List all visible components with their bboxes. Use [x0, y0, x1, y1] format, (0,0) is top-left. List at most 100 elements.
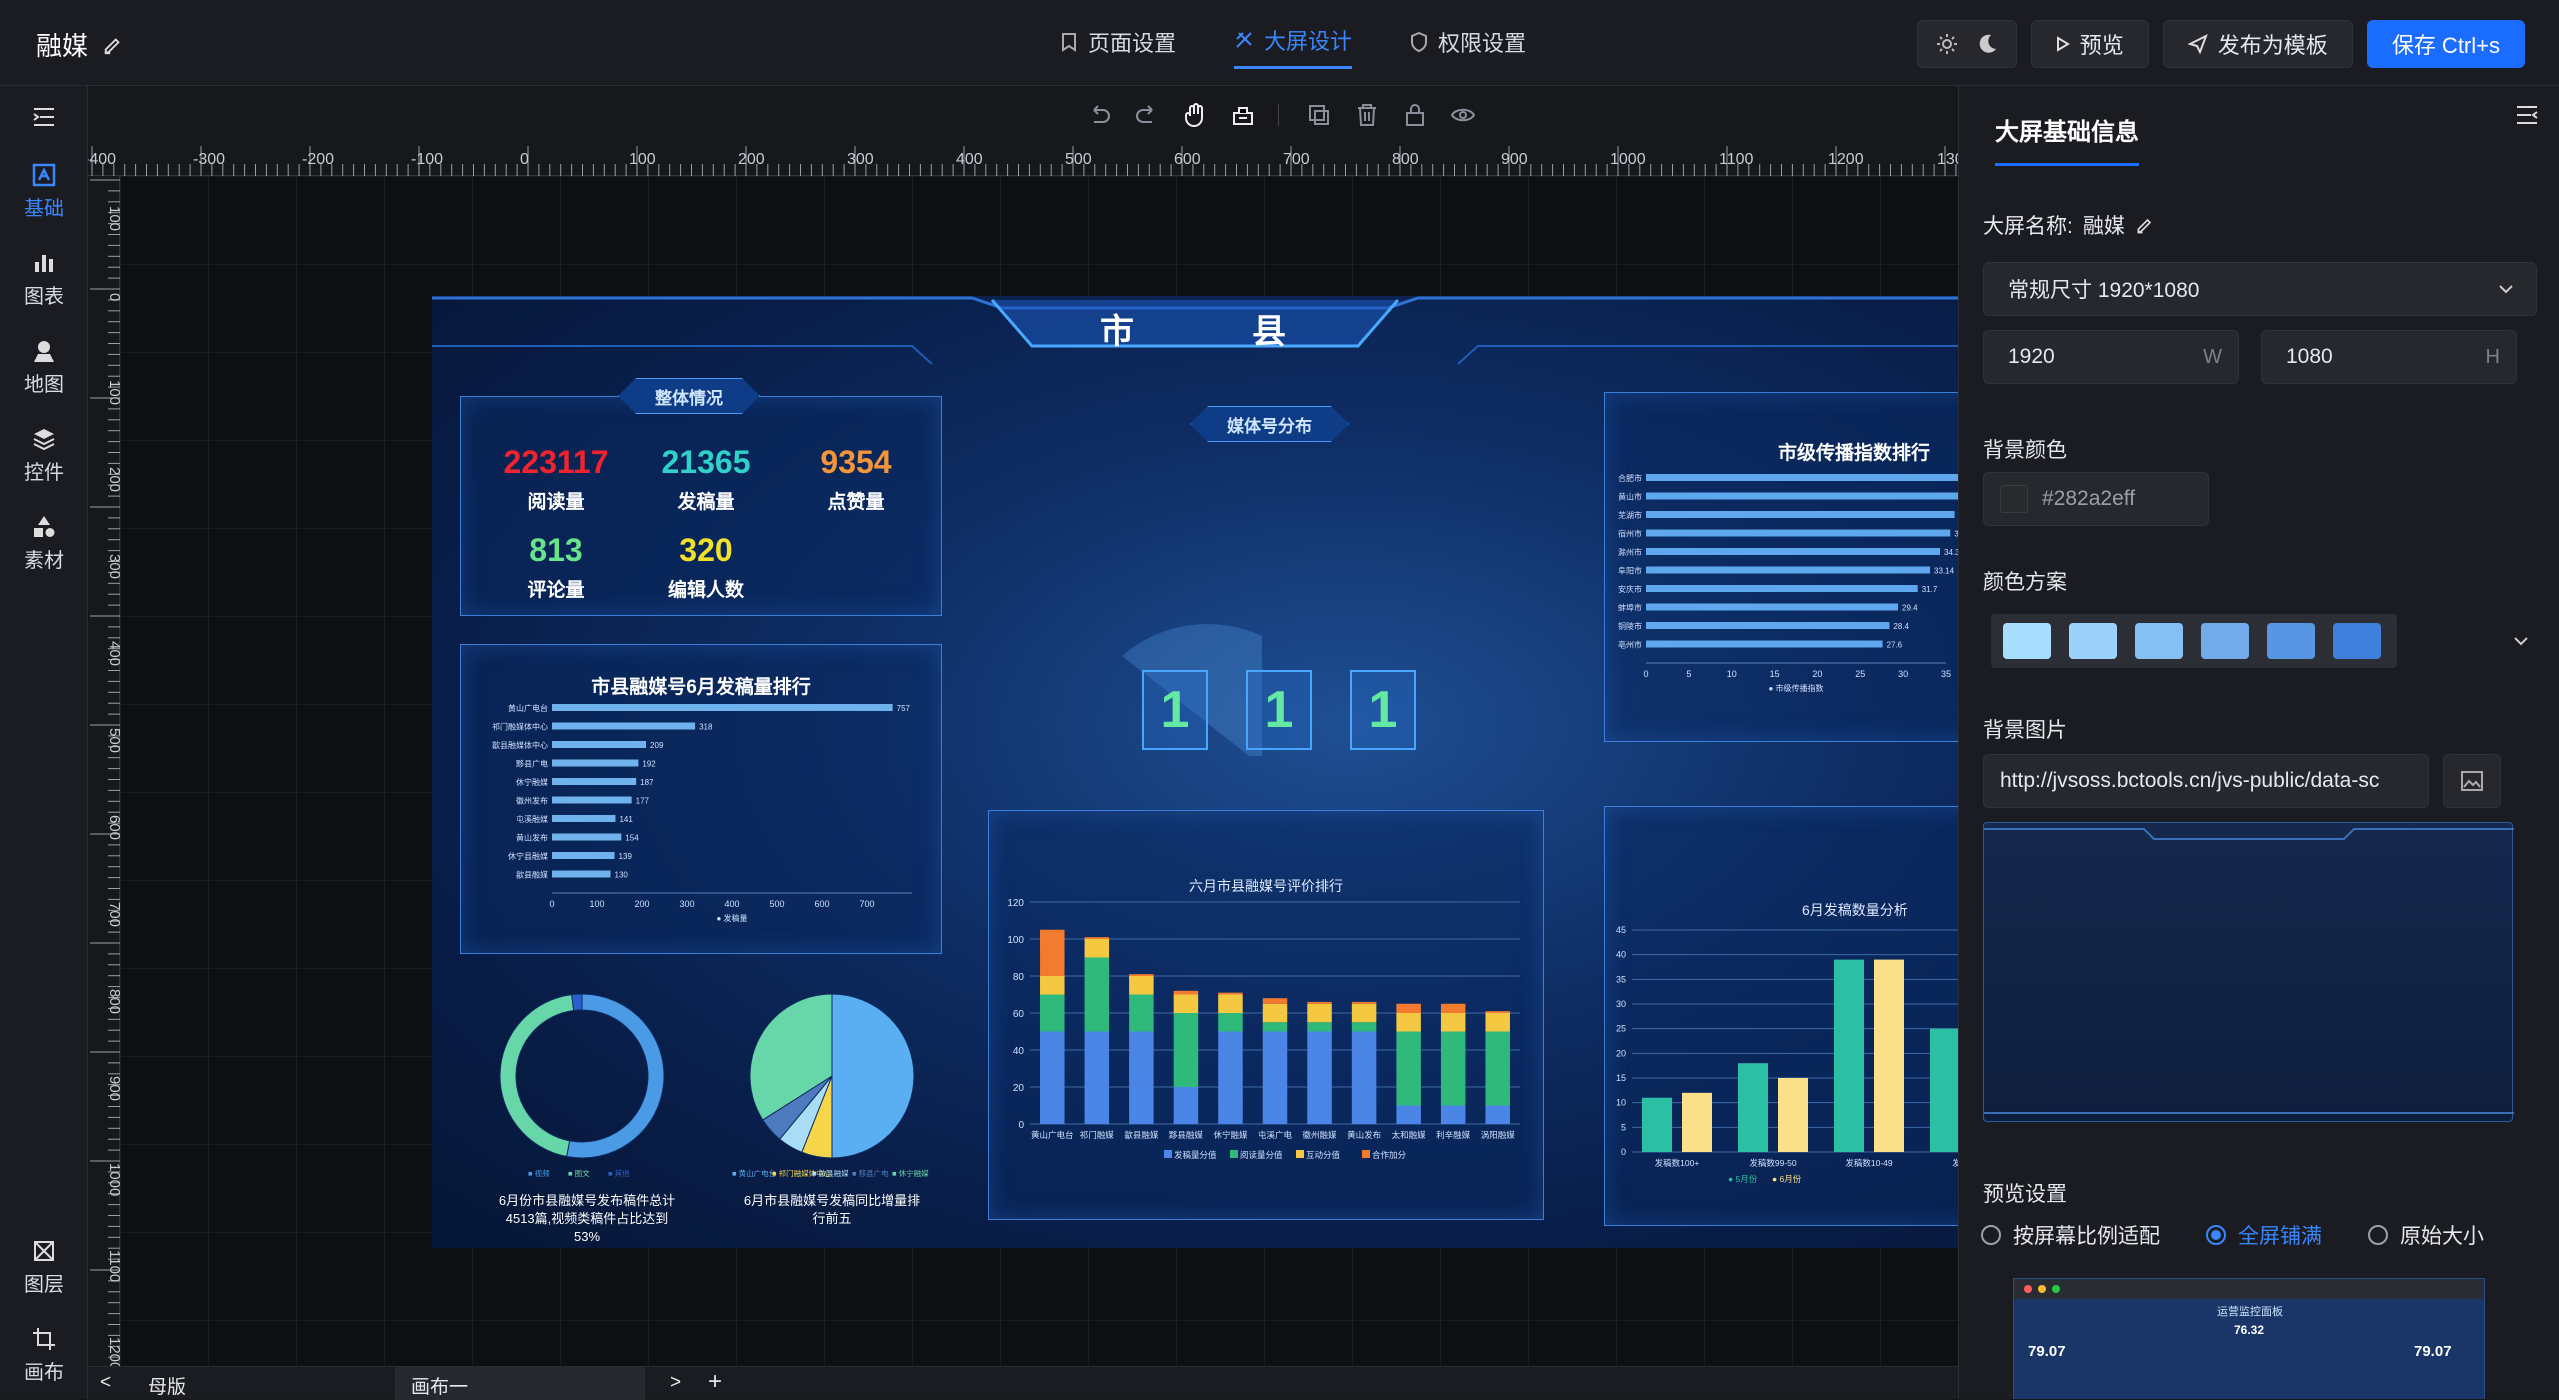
- sidebar-item-assets[interactable]: 素材: [0, 514, 88, 573]
- color-swatch[interactable]: [2000, 485, 2028, 513]
- bar-segment: [1351, 1003, 1377, 1023]
- radio-original-size[interactable]: 原始大小: [2368, 1220, 2484, 1250]
- ruler-label: 600: [106, 815, 120, 840]
- digit-box: 1: [1142, 670, 1208, 750]
- stat-likes: 9354 点赞量: [776, 444, 936, 514]
- dashboard-screen[interactable]: 市 县 整体情况 223117 阅读量 21365 发稿量 9354 点赞量 8…: [432, 296, 1958, 1248]
- delete-icon[interactable]: [1354, 102, 1380, 128]
- category-label: 祁门融媒体中心: [492, 722, 548, 732]
- radio-label: 按屏幕比例适配: [2013, 1225, 2160, 1248]
- radio-fullscreen[interactable]: 全屏铺满: [2206, 1220, 2322, 1250]
- bar-segment: [1396, 1003, 1421, 1013]
- tick-label: 10: [1616, 1098, 1626, 1108]
- bar-segment: [1040, 929, 1065, 976]
- collapse-menu-icon[interactable]: [32, 106, 56, 128]
- size-select[interactable]: 常规尺寸 1920*1080: [1983, 262, 2537, 316]
- media-badge: 媒体号分布: [1190, 406, 1349, 442]
- bar-segment: [1173, 1013, 1199, 1087]
- lock-icon[interactable]: [1402, 102, 1428, 128]
- width-input[interactable]: 1920 W: [1983, 330, 2239, 384]
- chevron-down-icon[interactable]: [2513, 636, 2529, 646]
- canvas-area[interactable]: -400-300-200-100010020030040050060070080…: [88, 86, 1958, 1366]
- legend-label: ● 5月份: [1728, 1174, 1758, 1184]
- undo-icon[interactable]: [1086, 102, 1112, 128]
- template-thumbnail[interactable]: 运营监控面板 79.07 76.32 79.07: [2013, 1278, 2485, 1399]
- data-label: 209: [650, 741, 664, 750]
- bar: [552, 759, 639, 767]
- add-page-button[interactable]: +: [708, 1368, 722, 1396]
- prev-page-button[interactable]: <: [100, 1372, 111, 1394]
- collapse-panel-icon[interactable]: [2515, 104, 2539, 126]
- category-label: 黄山广电台: [1031, 1130, 1074, 1140]
- radio-dot: [2368, 1225, 2388, 1245]
- theme-toggle[interactable]: [1916, 20, 2017, 68]
- category-label: 屯溪广电: [1258, 1130, 1293, 1140]
- master-page[interactable]: 母版: [148, 1372, 186, 1399]
- legend-label: ■ 黟县广电: [852, 1168, 889, 1178]
- sidebar-item-map[interactable]: 地图: [0, 338, 88, 397]
- bar-segment: [1129, 974, 1154, 976]
- bar: [1682, 1092, 1712, 1152]
- layer-icon: [34, 1241, 54, 1261]
- tab-page-settings[interactable]: 页面设置: [1060, 24, 1176, 69]
- radio-fit-screen[interactable]: 按屏幕比例适配: [1981, 1220, 2160, 1250]
- data-label: 154: [625, 834, 639, 843]
- bar: [1738, 1063, 1768, 1152]
- sidebar-item-label: 图表: [24, 286, 64, 308]
- preview-button[interactable]: 预览: [2030, 20, 2149, 68]
- tab-screen-design[interactable]: 大屏设计: [1234, 24, 1353, 69]
- save-button[interactable]: 保存 Ctrl+s: [2366, 20, 2525, 68]
- canvas-tab[interactable]: 画布一: [395, 1367, 645, 1400]
- category-label: 歙县融媒体中心: [492, 740, 548, 750]
- publish-template-button[interactable]: 发布为模板: [2162, 20, 2353, 68]
- ruler-label: 500: [1065, 151, 1092, 168]
- redo-icon[interactable]: [1134, 102, 1160, 128]
- clear-icon[interactable]: [1230, 102, 1256, 128]
- color-scheme-select[interactable]: [1991, 614, 2397, 668]
- height-input[interactable]: 1080 H: [2261, 330, 2517, 384]
- edit-icon[interactable]: [102, 34, 124, 56]
- edit-icon[interactable]: [2135, 215, 2155, 235]
- bar-segment: [1396, 1105, 1421, 1124]
- height-unit: H: [2485, 345, 2500, 368]
- bar-segment: [1485, 1013, 1510, 1032]
- sidebar-item-layers[interactable]: 图层: [0, 1238, 88, 1297]
- minimize-dot: [2038, 1285, 2046, 1293]
- moon-icon[interactable]: [1976, 33, 1998, 55]
- overview-badge: 整体情况: [618, 378, 760, 414]
- bar-segment: [1129, 994, 1154, 1032]
- category-label: 亳州市: [1618, 640, 1642, 650]
- sidebar-item-base[interactable]: 基础: [0, 162, 88, 221]
- play-icon: [2056, 36, 2070, 52]
- donut-caption: 6月份市县融媒号发布稿件总计 4513篇,视频类稿件占比达到 53%: [492, 1192, 682, 1246]
- bg-image-url-input[interactable]: http://jvsoss.bctools.cn/jvs-public/data…: [1983, 754, 2429, 808]
- eye-icon[interactable]: [1450, 102, 1476, 128]
- bar-segment: [1262, 1031, 1288, 1124]
- bg-color-picker[interactable]: #282a2eff: [1983, 472, 2209, 526]
- ruler-label: 900: [1501, 151, 1528, 168]
- tick-label: 500: [769, 899, 784, 909]
- category-label: 黟县融媒: [1169, 1130, 1204, 1140]
- preview-label: 预览: [2079, 33, 2124, 58]
- sidebar-item-canvas[interactable]: 画布: [0, 1326, 88, 1385]
- hand-icon[interactable]: [1182, 102, 1208, 128]
- category-label: 休宁融媒: [516, 777, 548, 787]
- thumbnail-value: 79.07: [2414, 1343, 2452, 1360]
- sun-icon[interactable]: [1936, 33, 1958, 55]
- image-picker-button[interactable]: [2443, 754, 2501, 808]
- sidebar-item-controls[interactable]: 控件: [0, 426, 88, 485]
- crop-icon: [33, 1328, 55, 1350]
- screen-name-label: 大屏名称:: [1983, 215, 2073, 238]
- tab-permission-settings[interactable]: 权限设置: [1410, 24, 1526, 69]
- count-chart: 0 5 10 15 20 25 30 35 40 45 发稿数100+ 发稿数99-50 发稿数10-4…: [1616, 925, 1958, 1184]
- category-label: 安庆市: [1618, 584, 1642, 594]
- bg-color-value: #282a2eff: [2042, 487, 2136, 510]
- pie-caption-text: 6月市县融媒号发稿同比增量排 行前五: [743, 1193, 921, 1226]
- next-page-button[interactable]: >: [670, 1372, 681, 1394]
- ruler-label: -400: [88, 151, 116, 168]
- sidebar-item-charts[interactable]: 图表: [0, 250, 88, 309]
- ruler-label: 200: [106, 467, 120, 492]
- copy-icon[interactable]: [1306, 102, 1332, 128]
- bar: [552, 833, 622, 841]
- category-label: 休宁融媒: [1213, 1130, 1248, 1140]
